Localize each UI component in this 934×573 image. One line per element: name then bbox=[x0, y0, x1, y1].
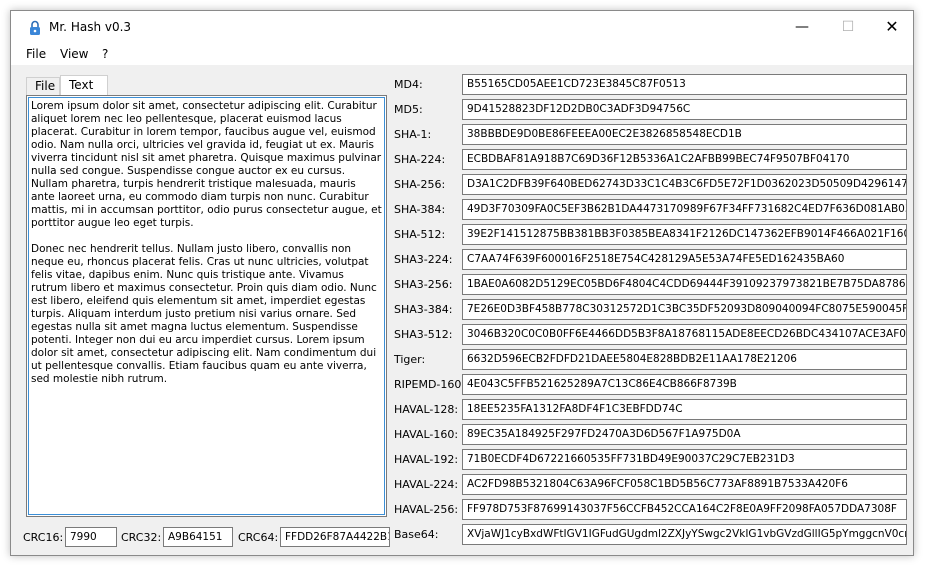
sha3-384-field[interactable]: 7E26E0D3BF458B778C30312572D1C3BC35DF5209… bbox=[462, 299, 907, 320]
sha256-label: SHA-256: bbox=[394, 178, 446, 191]
crc-row: CRC16: 7990 CRC32: A9B64151 CRC64: FFDD2… bbox=[23, 527, 393, 547]
text-pane: Lorem ipsum dolor sit amet, consectetur … bbox=[26, 95, 387, 517]
sha3-512-label: SHA3-512: bbox=[394, 328, 453, 341]
tab-file[interactable]: File bbox=[26, 77, 60, 96]
text-input[interactable]: Lorem ipsum dolor sit amet, consectetur … bbox=[28, 97, 385, 515]
sha3-384-label: SHA3-384: bbox=[394, 303, 453, 316]
haval256-label: HAVAL-256: bbox=[394, 503, 459, 516]
haval160-field[interactable]: 89EC35A184925F297FD2470A3D6D567F1A975D0A bbox=[462, 424, 907, 445]
sha512-field[interactable]: 39E2F141512875BB381BB3F0385BEA8341F2126D… bbox=[462, 224, 907, 245]
haval128-field[interactable]: 18EE5235FA1312FA8DF4F1C3EBFDD74C bbox=[462, 399, 907, 420]
menu-bar: File View ? bbox=[11, 43, 913, 65]
haval128-label: HAVAL-128: bbox=[394, 403, 459, 416]
sha3-224-label: SHA3-224: bbox=[394, 253, 453, 266]
md5-label: MD5: bbox=[394, 103, 423, 116]
haval224-field[interactable]: AC2FD98B5321804C63A96FCF058C1BD5B56C773A… bbox=[462, 474, 907, 495]
sha1-label: SHA-1: bbox=[394, 128, 432, 141]
menu-view[interactable]: View bbox=[60, 47, 88, 61]
sha3-512-field[interactable]: 3046B320C0C0B0FF6E4466DD5B3F8A18768115AD… bbox=[462, 324, 907, 345]
tiger-field[interactable]: 6632D596ECB2FDFD21DAEE5804E828BDB2E11AA1… bbox=[462, 349, 907, 370]
crc32-field[interactable]: A9B64151 bbox=[163, 527, 233, 547]
sha384-label: SHA-384: bbox=[394, 203, 446, 216]
crc32-label: CRC32: bbox=[121, 531, 162, 544]
haval224-label: HAVAL-224: bbox=[394, 478, 459, 491]
close-button[interactable]: ✕ bbox=[869, 11, 913, 43]
sha224-label: SHA-224: bbox=[394, 153, 446, 166]
app-window: Mr. Hash v0.3 — ☐ ✕ File View ? File Tex… bbox=[10, 10, 914, 556]
md4-field[interactable]: B55165CD05AEE1CD723E3845C87F0513 bbox=[462, 74, 907, 95]
haval192-field[interactable]: 71B0ECDF4D67221660535FF731BD49E90037C29C… bbox=[462, 449, 907, 470]
md5-field[interactable]: 9D41528823DF12D2DB0C3ADF3D94756C bbox=[462, 99, 907, 120]
minimize-button[interactable]: — bbox=[779, 11, 825, 43]
crc64-field[interactable]: FFDD26F87A4422B1 bbox=[280, 527, 390, 547]
tab-text[interactable]: Text bbox=[60, 75, 108, 96]
menu-file[interactable]: File bbox=[26, 47, 46, 61]
sha3-256-field[interactable]: 1BAE0A6082D5129EC05BD6F4804C4CDD69444F39… bbox=[462, 274, 907, 295]
sha3-224-field[interactable]: C7AA74F639F600016F2518E754C428129A5E53A7… bbox=[462, 249, 907, 270]
haval192-label: HAVAL-192: bbox=[394, 453, 459, 466]
padlock-icon bbox=[30, 20, 40, 35]
tiger-label: Tiger: bbox=[394, 353, 426, 366]
menu-help[interactable]: ? bbox=[102, 47, 108, 61]
maximize-button[interactable]: ☐ bbox=[825, 11, 871, 43]
crc16-field[interactable]: 7990 bbox=[65, 527, 117, 547]
base64-label: Base64: bbox=[394, 528, 439, 541]
sha256-field[interactable]: D3A1C2DFB39F640BED62743D33C1C4B3C6FD5E72… bbox=[462, 174, 907, 195]
haval160-label: HAVAL-160: bbox=[394, 428, 459, 441]
sha1-field[interactable]: 38BBBDE9D0BE86FEEEA00EC2E3826858548ECD1B bbox=[462, 124, 907, 145]
base64-field[interactable]: XVjaWJ1cyBxdWFtIGV1IGFudGUgdml2ZXJyYSwgc… bbox=[462, 524, 907, 545]
sha384-field[interactable]: 49D3F70309FA0C5EF3B62B1DA4473170989F67F3… bbox=[462, 199, 907, 220]
sha512-label: SHA-512: bbox=[394, 228, 446, 241]
ripemd160-field[interactable]: 4E043C5FFB521625289A7C13C86E4CB866F8739B bbox=[462, 374, 907, 395]
haval256-field[interactable]: FF978D753F87699143037F56CCFB452CCA164C2F… bbox=[462, 499, 907, 520]
crc64-label: CRC64: bbox=[238, 531, 279, 544]
title-bar[interactable]: Mr. Hash v0.3 — ☐ ✕ bbox=[11, 11, 913, 43]
ripemd160-label: RIPEMD-160: bbox=[394, 378, 466, 391]
sha3-256-label: SHA3-256: bbox=[394, 278, 453, 291]
crc16-label: CRC16: bbox=[23, 531, 64, 544]
window-title: Mr. Hash v0.3 bbox=[49, 20, 132, 34]
sha224-field[interactable]: ECBDBAF81A918B7C69D36F12B5336A1C2AFBB99B… bbox=[462, 149, 907, 170]
md4-label: MD4: bbox=[394, 78, 423, 91]
